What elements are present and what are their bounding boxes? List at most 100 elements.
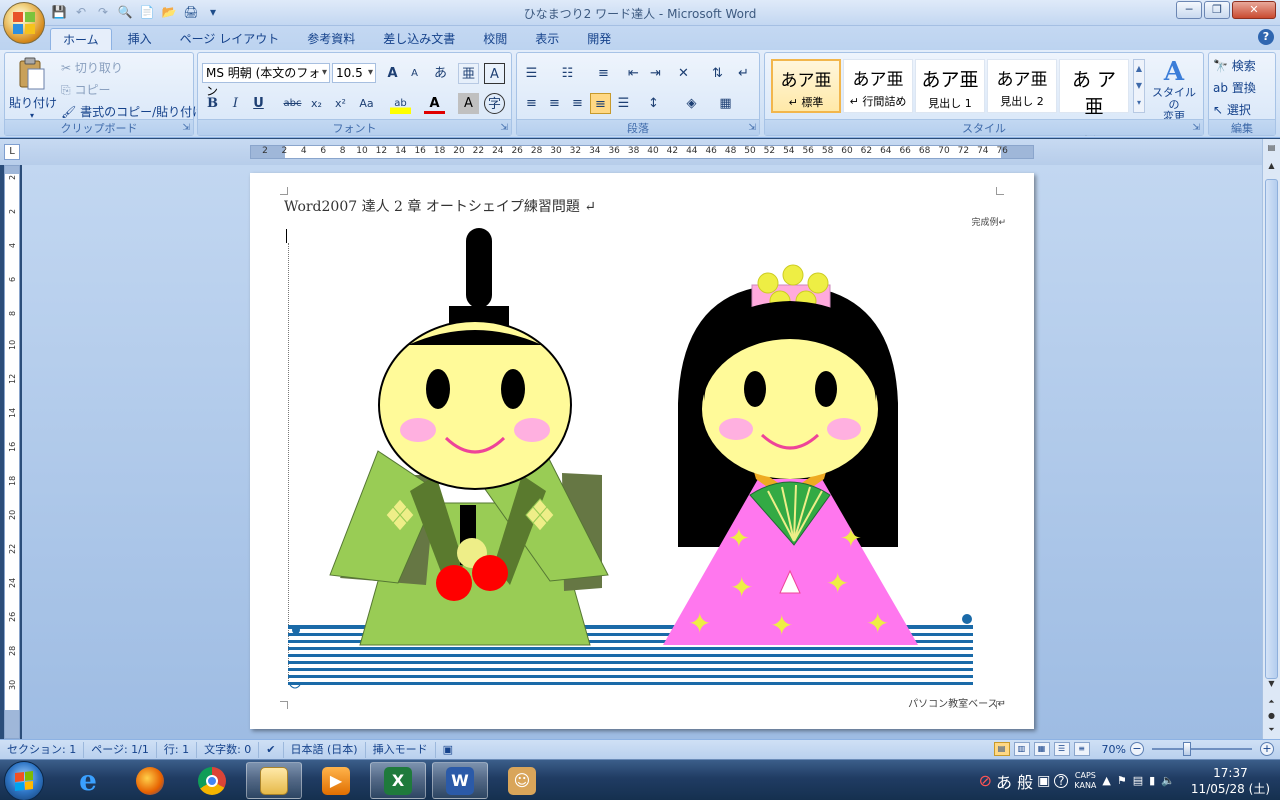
- tab-page-layout[interactable]: ページ レイアウト: [168, 28, 292, 50]
- select-button[interactable]: ↖ 選択: [1213, 101, 1251, 118]
- tab-developer[interactable]: 開発: [575, 28, 623, 50]
- show-marks-icon[interactable]: ↵: [733, 63, 754, 84]
- subscript-button[interactable]: x₂: [306, 93, 327, 114]
- taskbar-chrome[interactable]: [184, 762, 240, 799]
- minimize-button[interactable]: ─: [1176, 1, 1202, 19]
- document-page[interactable]: Word2007 達人 2 章 オートシェイプ練習問題 ↵ 完成例↵ パソコン教…: [250, 173, 1034, 729]
- vertical-scrollbar[interactable]: ▤ ▲ ▼ ⏶ ● ⏷: [1262, 139, 1280, 739]
- status-line[interactable]: 行: 1: [157, 741, 198, 758]
- strikethrough-button[interactable]: abc: [282, 93, 303, 114]
- numbering-icon[interactable]: ☷: [557, 63, 578, 84]
- underline-button[interactable]: U: [248, 93, 269, 114]
- taskbar-ie[interactable]: e: [60, 762, 116, 799]
- style-heading-1[interactable]: あア亜 見出し 1: [915, 59, 985, 113]
- font-name-combo[interactable]: MS 明朝 (本文のフォン: [202, 63, 330, 98]
- show-hidden-icons-icon[interactable]: ▲: [1102, 774, 1110, 787]
- format-painter-button[interactable]: 🖌 書式のコピー/貼り付け: [61, 103, 204, 120]
- align-center-icon[interactable]: ≡: [544, 93, 565, 114]
- superscript-button[interactable]: x²: [330, 93, 351, 114]
- ruler-toggle-icon[interactable]: ▤: [1265, 143, 1278, 156]
- grow-font-button[interactable]: A: [382, 63, 403, 84]
- font-color-button[interactable]: A: [424, 93, 445, 114]
- line-spacing-icon[interactable]: ↕: [643, 93, 664, 114]
- style-heading-2[interactable]: あア亜 見出し 2: [987, 59, 1057, 113]
- increase-indent-icon[interactable]: ⇥: [645, 63, 666, 84]
- dialog-launcher-icon[interactable]: ⇲: [182, 123, 190, 133]
- taskbar-explorer[interactable]: [246, 762, 302, 799]
- find-button[interactable]: 🔭 検索: [1213, 57, 1256, 74]
- distribute-icon[interactable]: ☰: [613, 93, 634, 114]
- bold-button[interactable]: B: [202, 93, 223, 114]
- copy-button[interactable]: ⎘ コピー: [61, 81, 110, 98]
- close-button[interactable]: ✕: [1232, 1, 1276, 19]
- web-layout-view-icon[interactable]: ▦: [1033, 742, 1050, 756]
- enclose-char-button[interactable]: 字: [484, 93, 505, 114]
- zoom-level[interactable]: 70%: [1102, 743, 1126, 756]
- change-styles-button[interactable]: A スタイルの 変更: [1149, 57, 1199, 123]
- dialog-launcher-icon[interactable]: ⇲: [1192, 123, 1200, 133]
- dialog-launcher-icon[interactable]: ⇲: [748, 123, 756, 133]
- justify-icon[interactable]: ≡: [590, 93, 611, 114]
- horizontal-ruler[interactable]: 2 2 4 6 8 10 12 14 16 18 20 22 24 26 28 30 32 34 36 38 40 42 4…: [250, 145, 1034, 159]
- style-normal[interactable]: あア亜 ↵ 標準: [771, 59, 841, 113]
- text-direction-icon[interactable]: ✕: [673, 63, 694, 84]
- tab-mailings[interactable]: 差し込み文書: [371, 28, 467, 50]
- zoom-slider-thumb[interactable]: [1183, 742, 1191, 756]
- outline-view-icon[interactable]: ☰: [1053, 742, 1070, 756]
- style-no-spacing[interactable]: あア亜 ↵ 行間詰め: [843, 59, 913, 113]
- start-button[interactable]: [4, 761, 44, 800]
- phonetic-guide-button[interactable]: 亜: [458, 63, 479, 84]
- scrollbar-thumb[interactable]: [1265, 179, 1278, 679]
- volume-icon[interactable]: 🔈: [1161, 774, 1175, 787]
- sort-icon[interactable]: ⇅: [707, 63, 728, 84]
- taskbar-word[interactable]: W: [432, 762, 488, 799]
- replace-button[interactable]: ab 置換: [1213, 79, 1256, 96]
- align-left-icon[interactable]: ≡: [521, 93, 542, 114]
- status-word-count[interactable]: 文字数: 0: [197, 741, 260, 758]
- decrease-indent-icon[interactable]: ⇤: [623, 63, 644, 84]
- device-icon[interactable]: ▤: [1133, 774, 1143, 787]
- taskbar-firefox[interactable]: [122, 762, 178, 799]
- clear-format-button[interactable]: あ: [430, 63, 451, 84]
- status-section[interactable]: セクション: 1: [0, 741, 85, 758]
- vertical-ruler[interactable]: 2 2 4 6 8 10 12 14 16 18 20 22 24 26 28 30: [4, 165, 20, 739]
- select-browse-object-icon[interactable]: ●: [1265, 711, 1278, 724]
- taskbar-media-player[interactable]: ▶: [308, 762, 364, 799]
- hina-dolls-illustration[interactable]: ✦ ✦ ✦ ✦ ✦ ✦ ✦: [250, 173, 1034, 729]
- clock[interactable]: 17:37 11/05/28 (土): [1191, 765, 1270, 797]
- highlight-button[interactable]: ab: [390, 93, 411, 114]
- zoom-in-icon[interactable]: +: [1260, 742, 1274, 756]
- styles-scroll[interactable]: ▲ ▼ ▾: [1133, 59, 1145, 113]
- shading-icon[interactable]: ◈: [681, 93, 702, 114]
- next-page-icon[interactable]: ⏷: [1265, 725, 1278, 738]
- italic-button[interactable]: I: [225, 93, 246, 114]
- proofing-icon[interactable]: ✔: [259, 741, 284, 758]
- bullets-icon[interactable]: ☰: [521, 63, 542, 84]
- style-title[interactable]: あ ア 亜 表題: [1059, 59, 1129, 137]
- previous-page-icon[interactable]: ⏶: [1265, 697, 1278, 710]
- scroll-up-icon[interactable]: ▲: [1265, 161, 1278, 174]
- char-border-button[interactable]: A: [484, 63, 505, 84]
- macro-record-icon[interactable]: ▣: [436, 742, 460, 758]
- restore-button[interactable]: ❐: [1204, 1, 1230, 19]
- paste-button[interactable]: 貼り付け ▾: [9, 55, 57, 120]
- zoom-out-icon[interactable]: −: [1130, 742, 1144, 756]
- char-shading-button[interactable]: A: [458, 93, 479, 114]
- cut-button[interactable]: ✂ 切り取り: [61, 59, 123, 76]
- multilevel-list-icon[interactable]: ≡: [593, 63, 614, 84]
- tab-selector[interactable]: L: [4, 144, 20, 160]
- dialog-launcher-icon[interactable]: ⇲: [500, 123, 508, 133]
- status-language[interactable]: 日本語 (日本): [284, 741, 366, 758]
- status-page[interactable]: ページ: 1/1: [84, 741, 157, 758]
- action-center-flag-icon[interactable]: ⚑: [1117, 774, 1127, 787]
- taskbar-app[interactable]: ☺: [494, 762, 550, 799]
- align-right-icon[interactable]: ≡: [567, 93, 588, 114]
- taskbar-excel[interactable]: X: [370, 762, 426, 799]
- shrink-font-button[interactable]: A: [404, 63, 425, 84]
- status-insert-mode[interactable]: 挿入モード: [366, 741, 436, 758]
- borders-icon[interactable]: ▦: [715, 93, 736, 114]
- tab-references[interactable]: 参考資料: [295, 28, 367, 50]
- print-layout-view-icon[interactable]: ▤: [993, 742, 1010, 756]
- tab-view[interactable]: 表示: [523, 28, 571, 50]
- ime-bar[interactable]: ⊘ あ 般 ▣ ?: [979, 769, 1069, 793]
